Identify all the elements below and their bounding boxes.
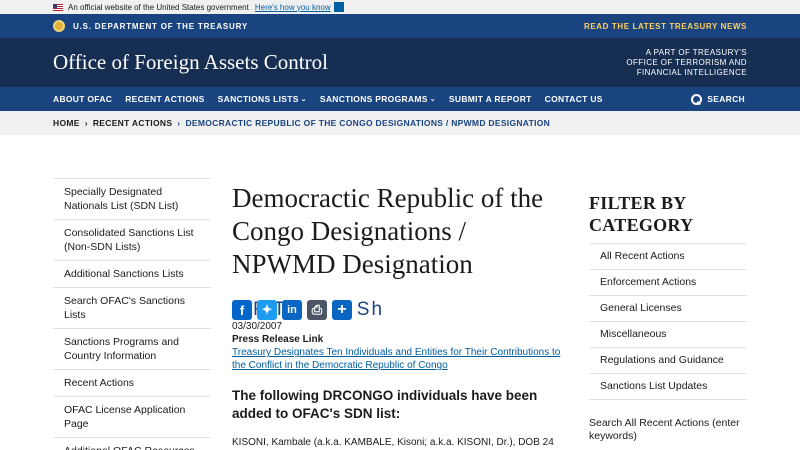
breadcrumb-home[interactable]: HOME (53, 118, 80, 128)
nav-item-recent-actions[interactable]: RECENT ACTIONS (125, 94, 204, 104)
site-header: Office of Foreign Assets Control A PART … (0, 38, 800, 87)
treasury-seal-icon[interactable] (53, 20, 65, 32)
sidebar-item-license-application[interactable]: OFAC License Application Page (53, 396, 211, 437)
nav-item-sanctions-programs[interactable]: SANCTIONS PROGRAMS ⌄ (320, 94, 436, 104)
tfi-line: OFFICE OF TERRORISM AND (626, 57, 747, 67)
nav-item-about-ofac[interactable]: ABOUT OFAC (53, 94, 112, 104)
filter-list: All Recent Actions Enforcement Actions G… (589, 243, 747, 400)
share-more-icon[interactable]: + (332, 300, 352, 320)
breadcrumb-current: DEMOCRACTIC REPUBLIC OF THE CONGO DESIGN… (185, 118, 551, 128)
sidebar-item-additional-lists[interactable]: Additional Sanctions Lists (53, 260, 211, 287)
nav-item-label: SANCTIONS PROGRAMS (319, 94, 428, 104)
nav-item-submit-report[interactable]: SUBMIT A REPORT (449, 94, 532, 104)
press-release-label: Press Release Link (232, 334, 324, 345)
nav-item-sanctions-lists[interactable]: SANCTIONS LISTS ⌄ (218, 94, 307, 104)
publish-date: 03/30/2007 (232, 321, 283, 332)
treasury-news-link[interactable]: READ THE LATEST TREASURY NEWS (584, 22, 747, 31)
nav-item-label: CONTACT US (544, 94, 603, 104)
heres-how-you-know-link[interactable]: Here's how you know (255, 3, 331, 12)
nav-item-label: RECENT ACTIONS (125, 94, 205, 104)
twitter-share-icon[interactable]: ✦ (257, 300, 277, 320)
sidebar-item-search-lists[interactable]: Search OFAC's Sanctions Lists (53, 287, 211, 328)
breadcrumb-separator-icon: › (177, 118, 181, 128)
sidebar-item-consolidated-list[interactable]: Consolidated Sanctions List (Non-SDN Lis… (53, 219, 211, 260)
linkedin-share-icon[interactable]: in (282, 300, 302, 320)
breadcrumb: HOME › RECENT ACTIONS › DEMOCRACTIC REPU… (0, 111, 800, 135)
nav-item-contact-us[interactable]: CONTACT US (545, 94, 603, 104)
designation-entry: KISONI, Kambale (a.k.a. KAMBALE, Kisoni;… (232, 437, 554, 448)
filter-item-enforcement[interactable]: Enforcement Actions (589, 269, 747, 295)
site-title[interactable]: Office of Foreign Assets Control (53, 50, 328, 75)
filter-title: FILTER BY CATEGORY (589, 193, 694, 235)
search-icon (691, 93, 703, 105)
filter-item-general-licenses[interactable]: General Licenses (589, 295, 747, 321)
designations-heading: The following DRCONGO individuals have b… (232, 388, 538, 421)
sidebar-item-sdn-list[interactable]: Specially Designated Nationals List (SDN… (53, 178, 211, 219)
sidebar-item-recent-actions[interactable]: Recent Actions (53, 369, 211, 396)
expand-banner-button[interactable] (333, 2, 344, 12)
share-bar: F Tw Li P Sh f ✦ in ⎙ + (232, 299, 572, 321)
filter-item-list-updates[interactable]: Sanctions List Updates (589, 373, 747, 400)
treasury-bar: U.S. DEPARTMENT OF THE TREASURY READ THE… (0, 14, 800, 38)
treasury-name-link[interactable]: U.S. DEPARTMENT OF THE TREASURY (73, 22, 248, 31)
sidebar-item-programs[interactable]: Sanctions Programs and Country Informati… (53, 328, 211, 369)
press-release-link[interactable]: Treasury Designates Ten Individuals and … (232, 346, 572, 372)
tfi-affiliation[interactable]: A PART OF TREASURY'S OFFICE OF TERRORISM… (626, 48, 747, 78)
main-content: Democractic Republic of the Congo Design… (232, 182, 572, 448)
tfi-line: A PART OF TREASURY'S (645, 47, 747, 57)
search-label: SEARCH (707, 94, 745, 104)
gov-banner: An official website of the United States… (0, 0, 800, 14)
filter-panel: FILTER BY CATEGORY All Recent Actions En… (589, 192, 747, 443)
filter-search-label: Search All Recent Actions (enter keyword… (589, 417, 740, 442)
filter-item-all[interactable]: All Recent Actions (589, 243, 747, 269)
breadcrumb-recent-actions[interactable]: RECENT ACTIONS (93, 118, 172, 128)
filter-item-regulations[interactable]: Regulations and Guidance (589, 347, 747, 373)
main-nav: ABOUT OFAC RECENT ACTIONS SANCTIONS LIST… (0, 87, 800, 111)
tfi-line: FINANCIAL INTELLIGENCE (636, 67, 747, 77)
sidebar-nav: Specially Designated Nationals List (SDN… (53, 178, 211, 450)
facebook-share-icon[interactable]: f (232, 300, 252, 320)
chevron-down-icon: ⌄ (300, 96, 307, 103)
search-button[interactable]: SEARCH (691, 93, 745, 105)
nav-item-label: SANCTIONS LISTS (217, 94, 299, 104)
nav-item-label: SUBMIT A REPORT (448, 94, 532, 104)
breadcrumb-separator-icon: › (84, 118, 88, 128)
gov-banner-text: An official website of the United States… (68, 2, 249, 12)
chevron-down-icon: ⌄ (429, 96, 436, 103)
nav-item-label: ABOUT OFAC (53, 94, 113, 104)
print-icon[interactable]: ⎙ (307, 300, 327, 320)
sidebar-item-additional-resources[interactable]: Additional OFAC Resources (53, 437, 211, 450)
us-flag-icon (53, 3, 63, 11)
page-title: Democractic Republic of the Congo Design… (232, 183, 544, 279)
filter-item-miscellaneous[interactable]: Miscellaneous (589, 321, 747, 347)
